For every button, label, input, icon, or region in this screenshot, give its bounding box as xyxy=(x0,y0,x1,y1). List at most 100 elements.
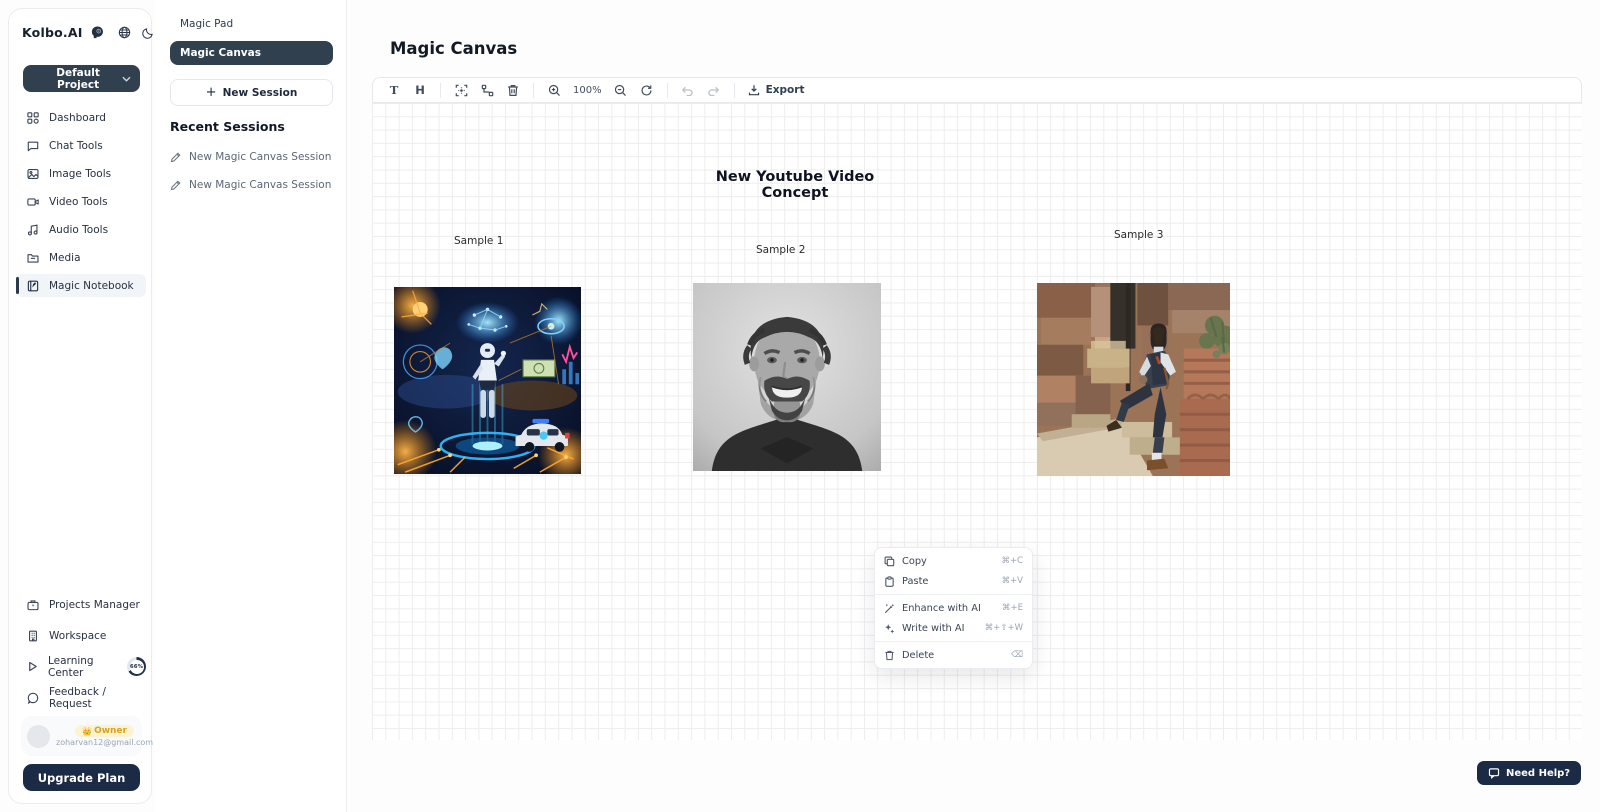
sidebar-item-feedback-request[interactable]: Feedback / Request xyxy=(16,685,146,710)
sidebar-item-media[interactable]: Media xyxy=(16,246,146,269)
context-menu-enhance-with-ai[interactable]: Enhance with AI ⌘+E xyxy=(875,598,1032,618)
session-item[interactable]: New Magic Canvas Session xyxy=(170,179,340,191)
context-menu: Copy ⌘+C Paste ⌘+V Enhance with AI ⌘+E W… xyxy=(874,547,1033,669)
dashboard-icon xyxy=(27,112,39,124)
toolbar-separator xyxy=(667,83,668,98)
user-email: zoharvan12@gmail.com xyxy=(56,738,153,747)
plus-icon: + xyxy=(206,85,217,100)
new-session-button[interactable]: + New Session xyxy=(170,79,333,106)
download-icon xyxy=(748,84,760,96)
context-menu-label: Delete xyxy=(902,650,934,661)
language-globe-icon[interactable] xyxy=(118,26,131,39)
context-menu-delete[interactable]: Delete ⌫ xyxy=(875,645,1032,665)
image-icon xyxy=(27,168,39,180)
sidebar-item-label: Audio Tools xyxy=(49,224,108,236)
session-item[interactable]: New Magic Canvas Session xyxy=(170,151,340,163)
music-note-icon xyxy=(27,224,39,236)
delete-tool-button[interactable] xyxy=(502,80,524,100)
sidebar-bottom-nav: Projects Manager Workspace Learning Cent… xyxy=(16,592,146,716)
connector-tool-button[interactable] xyxy=(476,80,498,100)
reset-view-button[interactable] xyxy=(636,80,658,100)
user-card[interactable]: 👑 Owner zoharvan12@gmail.com ˇ xyxy=(21,716,142,756)
sample-label-2[interactable]: Sample 2 xyxy=(756,244,805,256)
magic-wand-icon xyxy=(884,603,895,614)
new-session-label: New Session xyxy=(223,87,298,99)
rotate-reset-icon xyxy=(640,84,653,97)
text-tool-button[interactable]: T xyxy=(383,80,405,100)
context-menu-label: Copy xyxy=(902,556,927,567)
heading-tool-button[interactable]: H xyxy=(409,80,431,100)
paste-icon xyxy=(884,576,895,587)
avatar xyxy=(27,725,50,748)
shortcut: ⌘+V xyxy=(1002,576,1023,586)
sidebar-item-magic-notebook[interactable]: Magic Notebook xyxy=(16,274,146,297)
owner-badge: 👑 Owner xyxy=(75,725,134,737)
sidebar-item-projects-manager[interactable]: Projects Manager xyxy=(16,592,146,617)
sidebar-item-label: Magic Notebook xyxy=(49,280,134,292)
sidebar-item-label: Chat Tools xyxy=(49,140,103,152)
canvas-title-text[interactable]: New Youtube Video Concept xyxy=(690,169,900,201)
export-button[interactable]: Export xyxy=(744,84,809,96)
shortcut: ⌫ xyxy=(1011,650,1023,660)
video-camera-icon xyxy=(27,196,39,208)
sidebar-item-label: Image Tools xyxy=(49,168,111,180)
redo-button[interactable] xyxy=(703,80,725,100)
logo-row: Kolbo.AI xyxy=(22,25,140,40)
magic-canvas-surface[interactable]: New Youtube Video Concept Sample 1 Sampl… xyxy=(372,103,1582,740)
context-menu-divider xyxy=(875,594,1032,595)
play-icon xyxy=(27,661,38,672)
sample-label-1[interactable]: Sample 1 xyxy=(454,235,503,247)
context-menu-copy[interactable]: Copy ⌘+C xyxy=(875,551,1032,571)
shortcut: ⌘+E xyxy=(1002,603,1023,613)
copy-icon xyxy=(884,556,895,567)
panel-item-magic-pad[interactable]: Magic Pad xyxy=(170,12,333,36)
panel-item-magic-canvas[interactable]: Magic Canvas xyxy=(170,41,333,65)
canvas-image-ruins[interactable] xyxy=(1037,283,1230,476)
context-menu-write-with-ai[interactable]: Write with AI ⌘+⇧+W xyxy=(875,618,1032,638)
sidebar-item-audio-tools[interactable]: Audio Tools xyxy=(16,218,146,241)
sidebar-item-image-tools[interactable]: Image Tools xyxy=(16,162,146,185)
page-title: Magic Canvas xyxy=(390,39,517,58)
undo-button[interactable] xyxy=(677,80,699,100)
export-label: Export xyxy=(766,84,805,96)
ai-scan-icon xyxy=(455,84,468,97)
canvas-toolbar: T H 100% Export xyxy=(372,77,1582,103)
sidebar-item-label: Dashboard xyxy=(49,112,106,124)
shortcut: ⌘+C xyxy=(1001,556,1023,566)
delete-trash-icon xyxy=(884,650,895,661)
sidebar-item-video-tools[interactable]: Video Tools xyxy=(16,190,146,213)
pencil-icon xyxy=(170,180,181,191)
toolbar-separator xyxy=(440,83,441,98)
sidebar-item-dashboard[interactable]: Dashboard xyxy=(16,106,146,129)
sessions-panel: Magic Pad Magic Canvas + New Session Rec… xyxy=(155,0,347,812)
dark-mode-moon-icon[interactable] xyxy=(142,27,154,39)
context-menu-paste[interactable]: Paste ⌘+V xyxy=(875,571,1032,591)
sidebar-item-label: Video Tools xyxy=(49,196,108,208)
need-help-label: Need Help? xyxy=(1506,768,1570,779)
feedback-bubble-icon xyxy=(27,692,39,704)
app-logo: Kolbo.AI xyxy=(22,25,83,40)
magic-notebook-icon xyxy=(27,280,39,292)
need-help-button[interactable]: Need Help? xyxy=(1477,761,1581,785)
sidebar-item-workspace[interactable]: Workspace xyxy=(16,623,146,648)
zoom-in-button[interactable] xyxy=(543,80,565,100)
sidebar-item-learning-center[interactable]: Learning Center 66% xyxy=(16,654,146,679)
panel-item-label: Magic Canvas xyxy=(180,47,261,59)
project-selector[interactable]: Default Project xyxy=(23,65,140,92)
redo-icon xyxy=(707,85,720,96)
learning-progress-ring: 66% xyxy=(127,657,146,676)
media-folder-icon xyxy=(27,252,39,264)
building-icon xyxy=(27,630,39,642)
ai-select-button[interactable] xyxy=(450,80,472,100)
zoom-out-button[interactable] xyxy=(610,80,632,100)
sample-label-3[interactable]: Sample 3 xyxy=(1114,229,1163,241)
canvas-image-portrait[interactable] xyxy=(693,283,881,471)
session-item-label: New Magic Canvas Session xyxy=(189,151,331,163)
learning-progress-value: 66% xyxy=(130,660,144,674)
session-item-label: New Magic Canvas Session xyxy=(189,179,331,191)
toolbar-separator xyxy=(734,83,735,98)
sidebar-item-chat-tools[interactable]: Chat Tools xyxy=(16,134,146,157)
upgrade-plan-button[interactable]: Upgrade Plan xyxy=(23,764,140,791)
brain-head-icon xyxy=(90,25,105,40)
canvas-image-ai-robot[interactable] xyxy=(394,287,581,474)
